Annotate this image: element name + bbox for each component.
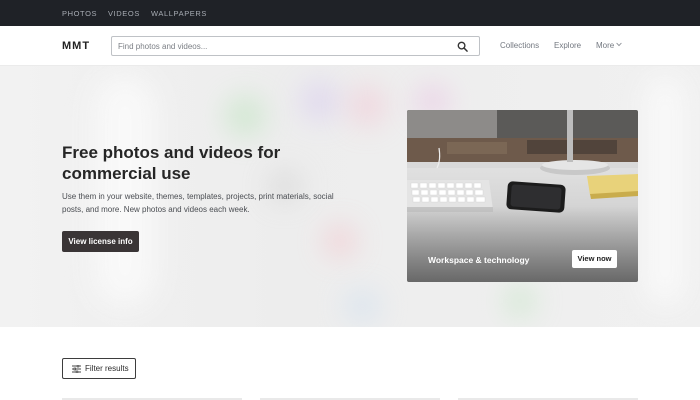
view-now-button[interactable]: View now	[572, 250, 617, 268]
background-blur	[225, 96, 265, 136]
top-nav-videos[interactable]: VIDEOS	[108, 9, 140, 18]
sliders-icon	[72, 365, 81, 373]
more-menu[interactable]: More	[596, 41, 614, 50]
featured-collection-card[interactable]: Workspace & technology View now	[407, 110, 638, 282]
background-blur	[645, 76, 685, 306]
top-nav-photos[interactable]: PHOTOS	[62, 9, 97, 18]
background-blur	[350, 86, 385, 126]
collections-link[interactable]: Collections	[500, 41, 539, 50]
top-nav-bar: PHOTOS VIDEOS WALLPAPERS	[0, 0, 700, 26]
search-icon[interactable]	[457, 41, 468, 52]
chevron-down-icon	[616, 42, 622, 47]
search-input[interactable]	[118, 39, 448, 53]
background-blur	[300, 81, 340, 121]
background-blur	[505, 286, 535, 316]
top-nav-wallpapers[interactable]: WALLPAPERS	[151, 9, 207, 18]
background-blur	[345, 291, 380, 321]
search-box	[111, 36, 480, 56]
card-gradient-overlay	[407, 206, 638, 282]
hero-description: Use them in your website, themes, templa…	[62, 192, 334, 214]
site-header: MMT Collections Explore More	[0, 26, 700, 66]
site-logo[interactable]: MMT	[62, 40, 90, 52]
featured-collection-title[interactable]: Workspace & technology	[428, 255, 529, 265]
view-license-button[interactable]: View license info	[62, 231, 139, 252]
hero-section: Free photos and videos for commercial us…	[0, 66, 700, 327]
hero-title: Free photos and videos for commercial us…	[62, 143, 281, 183]
filter-results-label: Filter results	[85, 364, 129, 373]
background-blur	[325, 226, 355, 256]
explore-link[interactable]: Explore	[554, 41, 581, 50]
filter-results-button[interactable]: Filter results	[62, 358, 136, 379]
